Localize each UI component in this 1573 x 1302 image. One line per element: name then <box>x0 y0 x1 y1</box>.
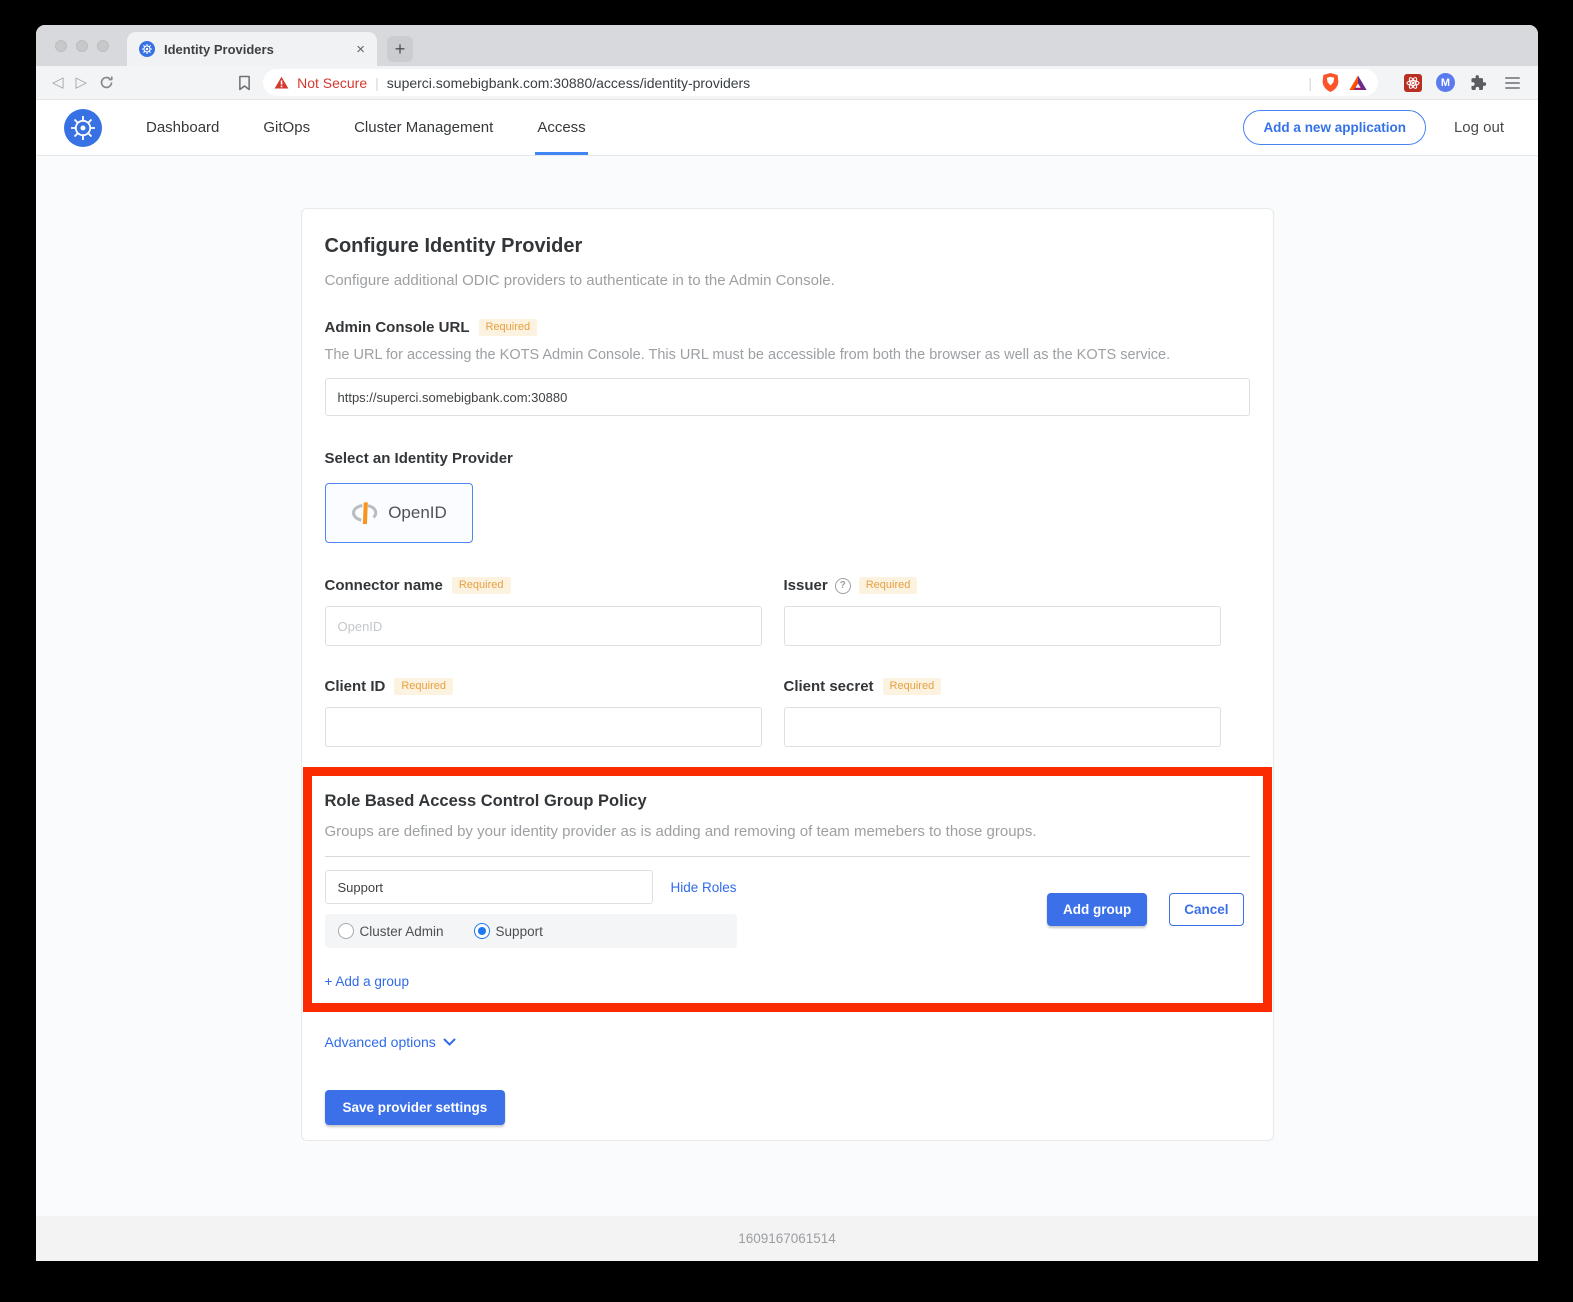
page-title: Configure Identity Provider <box>325 235 1250 258</box>
connector-name-field: Connector name Required <box>325 577 762 646</box>
role-option-support[interactable]: Support <box>474 923 543 939</box>
client-secret-field: Client secret Required <box>784 678 1221 747</box>
issuer-label: Issuer <box>784 577 828 594</box>
window-close-button[interactable] <box>55 40 67 52</box>
identity-provider-section: Select an Identity Provider OpenID <box>325 450 1250 543</box>
add-new-application-button[interactable]: Add a new application <box>1243 110 1426 145</box>
brave-shield-icon[interactable] <box>1322 73 1339 92</box>
connector-name-input[interactable] <box>325 606 762 646</box>
client-id-field: Client ID Required <box>325 678 762 747</box>
url-text[interactable]: superci.somebigbank.com:30880/access/ide… <box>387 75 1301 91</box>
radio-selected-icon[interactable] <box>474 923 490 939</box>
rbac-highlight-box: Role Based Access Control Group Policy G… <box>303 767 1272 1012</box>
browser-toolbar: ◁ ▷ Not Secure | superci.somebigbank.com… <box>36 66 1538 100</box>
app-header: Dashboard GitOps Cluster Management Acce… <box>36 100 1538 156</box>
nav-item-dashboard[interactable]: Dashboard <box>144 100 221 155</box>
advanced-options-label: Advanced options <box>325 1034 436 1050</box>
new-tab-button[interactable]: + <box>387 36 413 62</box>
omnibox-separator: | <box>375 75 379 91</box>
group-name-input[interactable] <box>325 870 653 904</box>
window-zoom-button[interactable] <box>97 40 109 52</box>
admin-console-url-section: Admin Console URL Required The URL for a… <box>325 319 1250 416</box>
openid-tile-label: OpenID <box>388 503 447 523</box>
openid-provider-tile[interactable]: OpenID <box>325 483 473 543</box>
profile-avatar[interactable]: M <box>1436 73 1455 92</box>
required-badge: Required <box>394 678 453 695</box>
save-provider-settings-button[interactable]: Save provider settings <box>325 1090 506 1125</box>
required-badge: Required <box>452 577 511 594</box>
puzzle-extensions-icon[interactable] <box>1469 74 1487 92</box>
role-label: Cluster Admin <box>360 924 444 939</box>
issuer-field: Issuer ? Required <box>784 577 1221 646</box>
role-option-cluster-admin[interactable]: Cluster Admin <box>338 923 444 939</box>
cancel-button[interactable]: Cancel <box>1169 893 1243 926</box>
rbac-divider <box>325 856 1250 857</box>
radio-unselected-icon[interactable] <box>338 923 354 939</box>
nav-item-cluster-management[interactable]: Cluster Management <box>352 100 495 155</box>
logout-link[interactable]: Log out <box>1454 119 1504 136</box>
required-badge: Required <box>883 678 942 695</box>
reload-icon[interactable] <box>99 75 114 90</box>
client-id-label: Client ID <box>325 678 386 695</box>
forward-icon[interactable]: ▷ <box>76 75 88 90</box>
extension-atom-icon[interactable] <box>1404 74 1422 92</box>
address-bar[interactable]: Not Secure | superci.somebigbank.com:308… <box>263 69 1378 96</box>
admin-console-url-label: Admin Console URL <box>325 319 470 336</box>
client-id-input[interactable] <box>325 707 762 747</box>
page-subtitle: Configure additional ODIC providers to a… <box>325 272 1250 289</box>
required-badge: Required <box>859 577 918 594</box>
nav-item-access[interactable]: Access <box>535 100 587 155</box>
client-secret-label: Client secret <box>784 678 874 695</box>
roles-box: Cluster Admin Support <box>325 914 737 948</box>
kubernetes-logo-icon <box>64 109 102 147</box>
client-secret-input[interactable] <box>784 707 1221 747</box>
nav-item-gitops[interactable]: GitOps <box>261 100 312 155</box>
page-content: Configure Identity Provider Configure ad… <box>36 156 1538 1216</box>
connector-fields-grid: Connector name Required Issuer ? Require… <box>325 577 1250 747</box>
help-icon[interactable]: ? <box>835 578 851 594</box>
back-icon[interactable]: ◁ <box>52 75 64 90</box>
footer-timestamp: 1609167061514 <box>738 1231 836 1246</box>
extensions-area: M <box>1390 73 1526 92</box>
issuer-input[interactable] <box>784 606 1221 646</box>
browser-tab[interactable]: Identity Providers × <box>127 32 377 66</box>
kubernetes-favicon-icon <box>139 41 155 57</box>
browser-window: Identity Providers × + ◁ ▷ <box>36 25 1538 1261</box>
group-editor: Hide Roles Cluster Admin Support <box>325 870 1250 948</box>
add-a-group-link[interactable]: + Add a group <box>325 974 409 989</box>
app-nav: Dashboard GitOps Cluster Management Acce… <box>144 100 628 155</box>
close-tab-icon[interactable]: × <box>354 42 367 57</box>
window-minimize-button[interactable] <box>76 40 88 52</box>
openid-icon <box>350 497 380 529</box>
configure-identity-provider-card: Configure Identity Provider Configure ad… <box>301 208 1274 1141</box>
role-label: Support <box>496 924 543 939</box>
warning-triangle-icon <box>274 76 289 89</box>
bookmark-icon[interactable] <box>238 75 251 91</box>
admin-console-url-help: The URL for accessing the KOTS Admin Con… <box>325 347 1250 363</box>
select-identity-provider-label: Select an Identity Provider <box>325 450 1250 467</box>
tab-title: Identity Providers <box>164 42 345 57</box>
admin-console-url-input[interactable] <box>325 378 1250 416</box>
chevron-down-icon <box>443 1038 456 1046</box>
bat-rewards-icon[interactable] <box>1349 75 1367 91</box>
window-controls <box>36 25 127 66</box>
connector-name-label: Connector name <box>325 577 443 594</box>
tab-strip: Identity Providers × + <box>36 25 1538 66</box>
omnibox-separator-right: | <box>1308 75 1312 91</box>
hide-roles-link[interactable]: Hide Roles <box>671 880 737 895</box>
required-badge: Required <box>479 319 538 336</box>
rbac-section-title: Role Based Access Control Group Policy <box>325 792 1250 811</box>
app-footer: 1609167061514 <box>36 1216 1538 1261</box>
browser-menu-icon[interactable] <box>1501 77 1520 89</box>
advanced-options-toggle[interactable]: Advanced options <box>325 1034 1250 1050</box>
add-group-button[interactable]: Add group <box>1047 893 1147 926</box>
not-secure-label[interactable]: Not Secure <box>297 75 367 91</box>
rbac-section-description: Groups are defined by your identity prov… <box>325 823 1250 840</box>
